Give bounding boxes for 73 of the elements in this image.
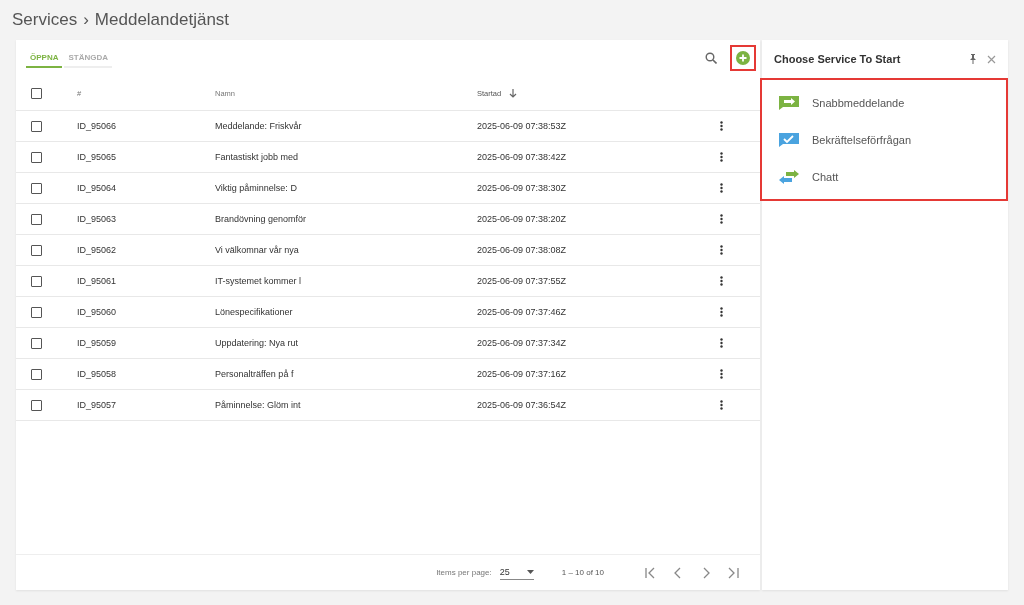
pin-icon[interactable]: [969, 54, 977, 64]
more-options-icon[interactable]: [720, 400, 723, 410]
plus-icon: [736, 51, 750, 65]
more-options-icon[interactable]: [720, 276, 723, 286]
table-cell-text: 2025-06-09 07:38:53Z: [477, 121, 568, 131]
table-cell-text: Uppdatering: Nya rut: [215, 338, 300, 348]
table-cell-text: Lönespecifikationer: [215, 307, 294, 317]
table-cell-text: IT-systemet kommer l: [215, 276, 302, 286]
table-cell-text: ID_95062: [77, 245, 118, 255]
table-cell-text: ID_95064: [77, 183, 118, 193]
row-checkbox[interactable]: [31, 213, 42, 225]
sort-arrow-icon: [509, 88, 518, 98]
table-cell-text: 2025-06-09 07:38:08Z: [477, 245, 568, 255]
search-icon: [705, 52, 717, 64]
more-options-icon[interactable]: [720, 152, 723, 162]
add-button[interactable]: [730, 45, 756, 71]
more-options-icon[interactable]: [720, 214, 723, 224]
row-checkbox[interactable]: [31, 399, 42, 411]
table-cell-text: ID_95058: [77, 369, 118, 379]
table-cell-text: ID_95059: [77, 338, 118, 348]
table-cell-text: Personalträffen på f: [215, 369, 295, 379]
service-item[interactable]: Chatt: [762, 158, 1006, 195]
service-item[interactable]: Bekräftelseförfrågan: [762, 121, 1006, 158]
more-options-icon[interactable]: [720, 338, 723, 348]
more-options-icon[interactable]: [720, 245, 723, 255]
table-cell-text: 2025-06-09 07:36:54Z: [477, 400, 568, 410]
more-options-icon[interactable]: [720, 369, 723, 379]
table-cell-text: Brandövning genomför: [215, 214, 308, 224]
table-cell-text: Påminnelse: Glöm int: [215, 400, 302, 410]
table-cell-text: ID_95060: [77, 307, 118, 317]
breadcrumb-link[interactable]: Services: [12, 10, 78, 30]
table-cell-text: Meddelande: Friskvår: [215, 121, 303, 131]
table-cell-text: 2025-06-09 07:38:42Z: [477, 152, 568, 162]
table-cell-text: 2025-06-09 07:37:46Z: [477, 307, 568, 317]
table-cell-text: 2025-06-09 07:37:34Z: [477, 338, 568, 348]
table-cell-text: Fantastiskt jobb med: [215, 152, 300, 162]
table-cell-text: Vi välkomnar vår nya: [215, 245, 300, 255]
page-range: 1 – 10 of 10: [561, 568, 604, 577]
row-checkbox[interactable]: [31, 120, 42, 132]
select-all-checkbox[interactable]: [31, 87, 42, 99]
items-per-page-select[interactable]: 25: [499, 565, 534, 580]
row-checkbox[interactable]: [31, 306, 42, 318]
items-per-page-label: Items per page:: [436, 568, 492, 577]
table-cell-text: 2025-06-09 07:38:30Z: [477, 183, 568, 193]
chevron-icon: [644, 566, 656, 579]
caret-icon: [526, 570, 534, 574]
table-cell-text: ID_95063: [77, 214, 118, 224]
table-cell-text: 2025-06-09 07:37:55Z: [477, 276, 568, 286]
table-cell-text: ID_95061: [77, 276, 118, 286]
table-cell-text: ID_95066: [77, 121, 118, 131]
row-checkbox[interactable]: [31, 182, 42, 194]
swap-arrows-icon: [778, 169, 800, 184]
row-checkbox[interactable]: [31, 244, 42, 256]
close-icon[interactable]: [987, 54, 996, 64]
more-options-icon[interactable]: [720, 121, 723, 131]
service-item[interactable]: Snabbmeddelande: [762, 84, 1006, 121]
row-checkbox[interactable]: [31, 151, 42, 163]
more-options-icon[interactable]: [720, 183, 723, 193]
row-checkbox[interactable]: [31, 337, 42, 349]
chevron-icon: [728, 566, 740, 579]
more-options-icon[interactable]: [720, 307, 723, 317]
panel-title: Choose Service To Start: [774, 53, 902, 65]
check-icon: [778, 131, 800, 148]
table-cell-text: 2025-06-09 07:37:16Z: [477, 369, 568, 379]
row-checkbox[interactable]: [31, 368, 42, 380]
table-cell-text: Viktig påminnelse: D: [215, 183, 298, 193]
table-cell-text: ID_95057: [77, 400, 118, 410]
page-title: Meddelandetjänst: [94, 10, 230, 30]
breadcrumb-separator: ›: [83, 10, 89, 30]
row-checkbox[interactable]: [31, 275, 42, 287]
arrow-icon: [778, 94, 800, 111]
table-cell-text: 2025-06-09 07:38:20Z: [477, 214, 568, 224]
table-cell-text: ID_95065: [77, 152, 118, 162]
